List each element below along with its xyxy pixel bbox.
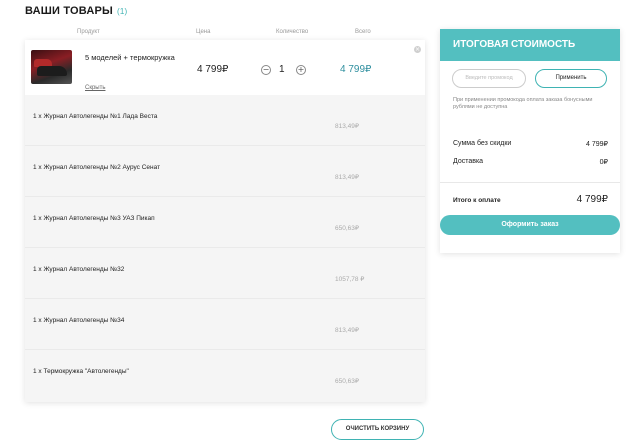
column-header-product: Продукт xyxy=(77,29,100,35)
page-title-text: ВАШИ ТОВАРЫ xyxy=(25,5,114,17)
subtotal-label: Сумма без скидки xyxy=(453,140,512,147)
product-name: 5 моделей + термокружка xyxy=(85,53,175,62)
item-name: 1 x Журнал Автолегенды №34 xyxy=(33,317,125,324)
delivery-label: Доставка xyxy=(453,158,484,165)
quantity-value: 1 xyxy=(279,64,285,75)
product-total: 4 799₽ xyxy=(340,64,372,75)
promo-note: При применении промокода оплата заказа б… xyxy=(453,97,593,110)
item-name: 1 x Журнал Автолегенды №2 Аурус Сенат xyxy=(33,164,161,171)
item-price: 650,63₽ xyxy=(335,225,360,232)
column-header-quantity: Количество xyxy=(276,29,309,35)
product-price: 4 799₽ xyxy=(197,64,229,75)
quantity-decrease-button[interactable]: − xyxy=(261,65,271,75)
item-price: 1057,78 ₽ xyxy=(335,276,365,283)
promo-code-input[interactable]: Введите промокод xyxy=(452,69,526,88)
quantity-increase-button[interactable]: + xyxy=(296,65,306,75)
list-item: 1 x Журнал Автолегенды №32 1057,78 ₽ xyxy=(25,248,425,299)
cart-card: 5 моделей + термокружка Скрыть 4 799₽ − … xyxy=(25,40,425,402)
apply-promo-button[interactable]: Применить xyxy=(535,69,607,88)
item-price: 813,49₽ xyxy=(335,123,360,130)
item-price: 650,63₽ xyxy=(335,378,360,385)
column-header-total: Всего xyxy=(355,29,371,35)
list-item: 1 x Журнал Автолегенды №2 Аурус Сенат 81… xyxy=(25,146,425,197)
product-row: 5 моделей + термокружка Скрыть 4 799₽ − … xyxy=(25,40,425,95)
summary-divider xyxy=(440,182,620,183)
total-to-pay-label: Итого к оплате xyxy=(453,197,501,204)
subtotal-value: 4 799₽ xyxy=(586,141,608,148)
item-name: 1 x Журнал Автолегенды №1 Лада Веста xyxy=(33,113,158,120)
delivery-value: 0₽ xyxy=(599,159,608,166)
item-price: 813,49₽ xyxy=(335,174,360,181)
hide-link[interactable]: Скрыть xyxy=(85,85,105,91)
item-name: 1 x Журнал Автолегенды №3 УАЗ Пикап xyxy=(33,215,155,222)
checkout-button[interactable]: Оформить заказ xyxy=(440,215,620,235)
summary-title: ИТОГОВАЯ СТОИМОСТЬ xyxy=(440,29,620,61)
list-item: 1 x Журнал Автолегенды №1 Лада Веста 813… xyxy=(25,95,425,146)
clear-cart-button[interactable]: ОЧИСТИТЬ КОРЗИНУ xyxy=(331,419,424,440)
column-header-price: Цена xyxy=(196,29,211,35)
product-image[interactable] xyxy=(31,50,72,84)
item-price: 813,49₽ xyxy=(335,327,360,334)
list-item: 1 x Термокружка "Автолегенды" 650,63₽ xyxy=(25,350,425,401)
item-name: 1 x Журнал Автолегенды №32 xyxy=(33,266,125,273)
list-item: 1 x Журнал Автолегенды №34 813,49₽ xyxy=(25,299,425,350)
remove-icon[interactable]: × xyxy=(414,46,421,53)
item-name: 1 x Термокружка "Автолегенды" xyxy=(33,368,129,375)
page-title: ВАШИ ТОВАРЫ (1) xyxy=(25,5,127,17)
list-item: 1 x Журнал Автолегенды №3 УАЗ Пикап 650,… xyxy=(25,197,425,248)
cart-count: (1) xyxy=(117,7,128,16)
total-to-pay-value: 4 799₽ xyxy=(576,194,608,205)
